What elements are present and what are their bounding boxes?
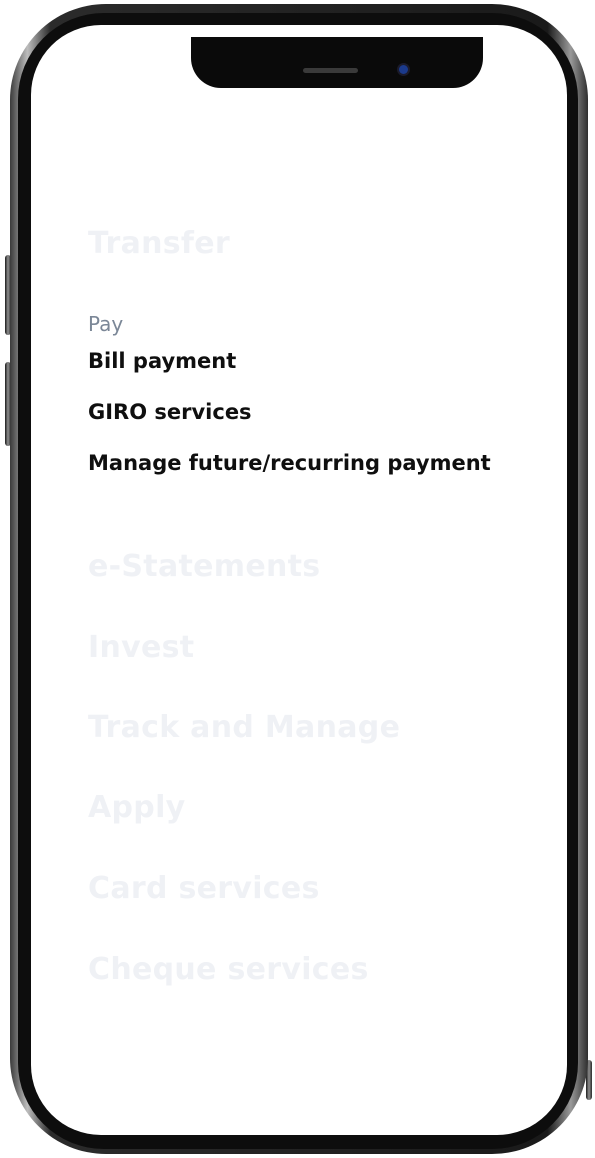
- menu-item-manage-future-recurring-payment[interactable]: Manage future/recurring payment: [88, 451, 491, 475]
- menu-item-giro-services[interactable]: GIRO services: [88, 400, 252, 424]
- menu-item-transfer[interactable]: Transfer: [88, 226, 230, 261]
- menu-item-card-services[interactable]: Card services: [88, 871, 320, 906]
- menu-item-bill-payment[interactable]: Bill payment: [88, 349, 236, 373]
- notch: [191, 37, 483, 88]
- menu-item-cheque-services[interactable]: Cheque services: [88, 952, 369, 987]
- phone-mockup: Transfer Pay Bill payment GIRO services …: [0, 0, 595, 1158]
- menu-item-invest[interactable]: Invest: [88, 630, 194, 665]
- menu-item-track-and-manage[interactable]: Track and Manage: [88, 710, 400, 745]
- speaker-grille-icon: [303, 68, 358, 73]
- front-camera-icon: [399, 65, 408, 74]
- menu-item-e-statements[interactable]: e-Statements: [88, 549, 320, 584]
- menu-item-apply[interactable]: Apply: [88, 790, 186, 825]
- menu-section-pay: Pay: [88, 312, 124, 336]
